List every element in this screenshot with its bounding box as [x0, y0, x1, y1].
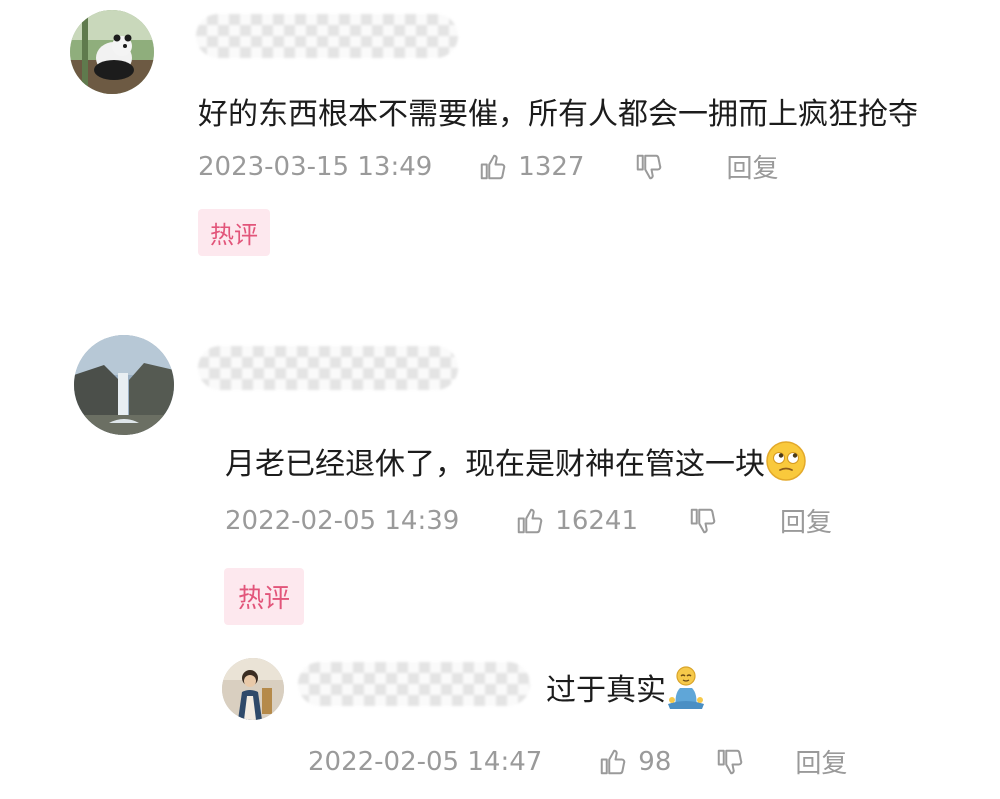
like-button[interactable]: 16241	[515, 506, 638, 536]
rolling-eyes-emoji-icon	[765, 440, 807, 491]
timestamp: 2023-03-15 13:49	[198, 151, 433, 182]
comment-text-content: 月老已经退休了，现在是财神在管这一块	[225, 447, 765, 482]
reply-button[interactable]: 回复	[726, 148, 778, 185]
comment-meta: 2022-02-05 14:39 16241 回复	[225, 502, 832, 539]
comment-text: 好的东西根本不需要催，所有人都会一拥而上疯狂抢夺	[198, 97, 918, 132]
like-button[interactable]: 98	[598, 747, 671, 777]
thumbs-up-icon	[601, 749, 626, 774]
like-count: 98	[638, 746, 672, 777]
dislike-button[interactable]	[715, 747, 745, 777]
reply-text-content: 过于真实	[546, 673, 666, 708]
timestamp: 2022-02-05 14:47	[308, 746, 543, 777]
dislike-button[interactable]	[634, 152, 664, 182]
timestamp: 2022-02-05 14:39	[225, 505, 460, 536]
username-blurred[interactable]	[198, 346, 458, 390]
hot-comment-badge: 热评	[224, 568, 305, 625]
like-count: 16241	[555, 505, 639, 536]
username-blurred[interactable]	[196, 14, 458, 58]
dislike-button[interactable]	[688, 506, 718, 536]
comment-text: 月老已经退休了，现在是财神在管这一块	[225, 440, 807, 491]
panda-avatar-image	[70, 10, 154, 94]
reply-button[interactable]: 回复	[795, 743, 847, 780]
avatar[interactable]	[74, 335, 174, 435]
thumbs-up-icon	[481, 154, 506, 179]
username-blurred[interactable]	[298, 662, 530, 706]
person-avatar-image	[222, 658, 284, 720]
comment-meta: 2023-03-15 13:49 1327 回复	[198, 148, 778, 185]
like-button[interactable]: 1327	[478, 152, 584, 182]
thumbs-up-icon	[518, 508, 543, 533]
thumbs-down-icon	[718, 749, 743, 774]
avatar[interactable]	[70, 10, 154, 94]
reply-text: 过于真实	[546, 664, 706, 719]
waterfall-avatar-image	[74, 335, 174, 435]
thumbs-down-icon	[690, 508, 716, 533]
reply-button[interactable]: 回复	[780, 502, 832, 539]
reply-meta: 2022-02-05 14:47 98 回复	[308, 743, 847, 780]
meditating-person-emoji-icon	[666, 664, 706, 719]
thumbs-down-icon	[637, 154, 662, 179]
avatar[interactable]	[222, 658, 284, 720]
hot-comment-badge: 热评	[198, 209, 270, 256]
like-count: 1327	[518, 151, 585, 182]
